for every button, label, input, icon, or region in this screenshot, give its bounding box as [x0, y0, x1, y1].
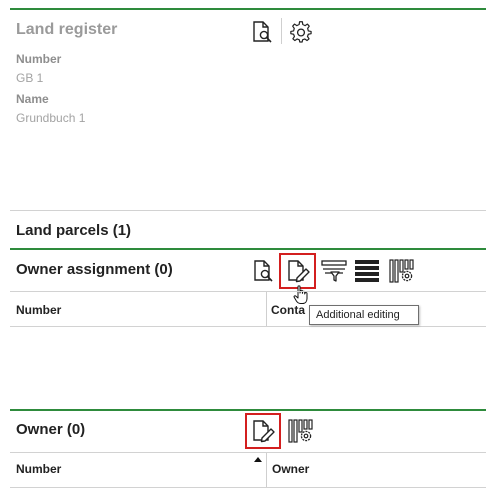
additional-editing-tooltip: Additional editing: [309, 305, 419, 325]
owner-assignment-top-rule: [10, 248, 486, 250]
parcels-top-rule: [10, 210, 486, 211]
owner-title: Owner (0): [16, 421, 86, 438]
column-header-owner[interactable]: Owner: [272, 462, 309, 476]
list-view-icon[interactable]: [354, 259, 380, 283]
toolbar-separator: [281, 18, 282, 44]
assignment-header-top-rule: [10, 291, 486, 292]
parcels-title: Land parcels (1): [16, 222, 132, 239]
column-divider: [266, 453, 267, 487]
number-label: Number: [16, 52, 62, 66]
filter-icon[interactable]: [321, 259, 347, 283]
column-header-contact[interactable]: Conta: [271, 303, 305, 317]
column-settings-icon[interactable]: [288, 419, 314, 443]
owner-top-rule: [10, 409, 486, 411]
document-edit-icon[interactable]: [250, 418, 276, 444]
assignment-header-bottom-rule: [10, 326, 486, 327]
column-divider: [266, 292, 267, 326]
owner-header-top-rule: [10, 452, 486, 453]
document-edit-icon[interactable]: [285, 258, 311, 284]
hand-cursor-icon: [293, 285, 308, 304]
column-header-number[interactable]: Number: [16, 462, 61, 476]
gear-icon[interactable]: [289, 20, 313, 44]
owner-assignment-title: Owner assignment (0): [16, 261, 173, 278]
sort-ascending-icon[interactable]: [254, 457, 262, 462]
register-top-rule: [10, 8, 486, 10]
document-search-icon[interactable]: [250, 20, 274, 44]
column-settings-icon[interactable]: [389, 259, 415, 283]
owner-header-bottom-rule: [10, 487, 486, 488]
register-title: Land register: [16, 21, 118, 38]
column-header-number[interactable]: Number: [16, 303, 61, 317]
number-value: GB 1: [16, 71, 44, 85]
name-value: Grundbuch 1: [16, 111, 86, 125]
name-label: Name: [16, 92, 49, 106]
document-search-icon[interactable]: [251, 259, 275, 283]
